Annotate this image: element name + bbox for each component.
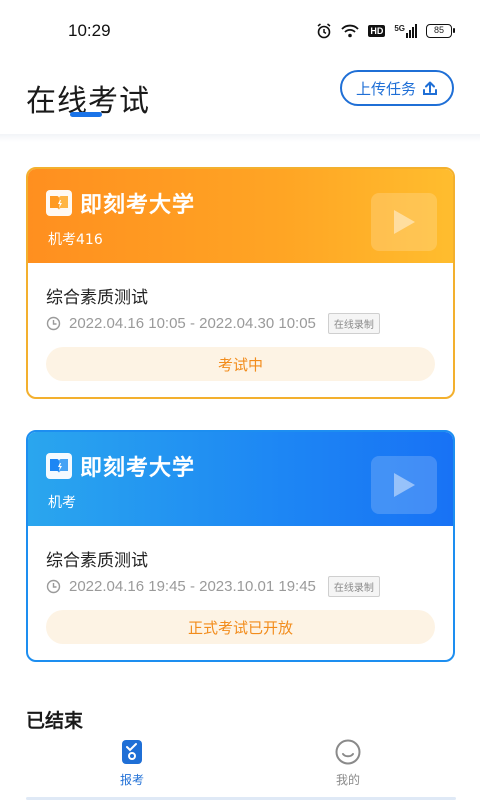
smile-face-icon (335, 739, 361, 765)
exam-card-header: 即刻考大学 机考 (28, 432, 453, 526)
recording-badge: 在线录制 (327, 313, 380, 334)
nav-item-exams[interactable]: 报考 (92, 739, 172, 788)
exam-name: 综合素质测试 (46, 288, 148, 308)
exam-code: 机考 (48, 495, 76, 511)
upload-icon (423, 81, 437, 95)
upload-task-button[interactable]: 上传任务 (340, 70, 454, 106)
exam-status-button[interactable]: 正式考试已开放 (46, 610, 435, 644)
battery-icon: 85 (426, 24, 455, 38)
exam-name: 综合素质测试 (46, 551, 148, 571)
clock-icon (46, 579, 61, 594)
ended-section-title: 已结束 (26, 710, 84, 732)
title-underline (70, 112, 102, 117)
exam-code: 机考416 (48, 232, 103, 248)
bottom-nav: 报考 我的 (0, 733, 480, 800)
hd-icon: HD (368, 25, 386, 37)
exam-time-row: 2022.04.16 10:05 - 2022.04.30 10:05 在线录制 (46, 313, 380, 334)
clock-icon (46, 316, 61, 331)
signal-label: 5G (394, 24, 405, 33)
nav-item-mine[interactable]: 我的 (308, 739, 388, 788)
exam-time-range: 2022.04.16 19:45 - 2023.10.01 19:45 (69, 578, 316, 595)
university-name: 即刻考大学 (80, 456, 196, 481)
page-header: 在线考试 上传任务 (0, 62, 480, 136)
recording-badge: 在线录制 (327, 576, 380, 597)
exam-clipboard-icon (122, 740, 142, 764)
exam-card-body: 综合素质测试 2022.04.16 19:45 - 2023.10.01 19:… (28, 526, 453, 660)
play-icon (371, 456, 437, 514)
header-divider (0, 134, 480, 142)
nav-exams-label: 报考 (119, 773, 144, 787)
wifi-icon (341, 24, 359, 38)
exam-card-body: 综合素质测试 2022.04.16 10:05 - 2022.04.30 10:… (28, 263, 453, 397)
upload-task-label: 上传任务 (355, 79, 416, 98)
exam-status-button[interactable]: 考试中 (46, 347, 435, 381)
exam-time-row: 2022.04.16 19:45 - 2023.10.01 19:45 在线录制 (46, 576, 380, 597)
status-bar: 10:29 HD 5G 85 (0, 0, 480, 62)
university-row: 即刻考大学 (46, 187, 195, 219)
status-time: 10:29 (68, 21, 111, 40)
status-icons: HD 5G 85 (316, 23, 455, 39)
exam-card-header: 即刻考大学 机考416 (28, 169, 453, 263)
book-logo-icon (46, 190, 72, 216)
play-icon (371, 193, 437, 251)
signal-icon: 5G (394, 24, 417, 38)
university-row: 即刻考大学 (46, 450, 195, 482)
exam-time-range: 2022.04.16 10:05 - 2022.04.30 10:05 (69, 315, 316, 332)
nav-mine-label: 我的 (335, 773, 360, 787)
university-name: 即刻考大学 (80, 193, 196, 218)
book-logo-icon (46, 453, 72, 479)
exam-card[interactable]: 即刻考大学 机考 综合素质测试 2022.04.16 19:45 - 2023.… (26, 430, 455, 662)
alarm-icon (317, 23, 331, 39)
exam-card[interactable]: 即刻考大学 机考416 综合素质测试 2022.04.16 10:05 - 20… (26, 167, 455, 399)
